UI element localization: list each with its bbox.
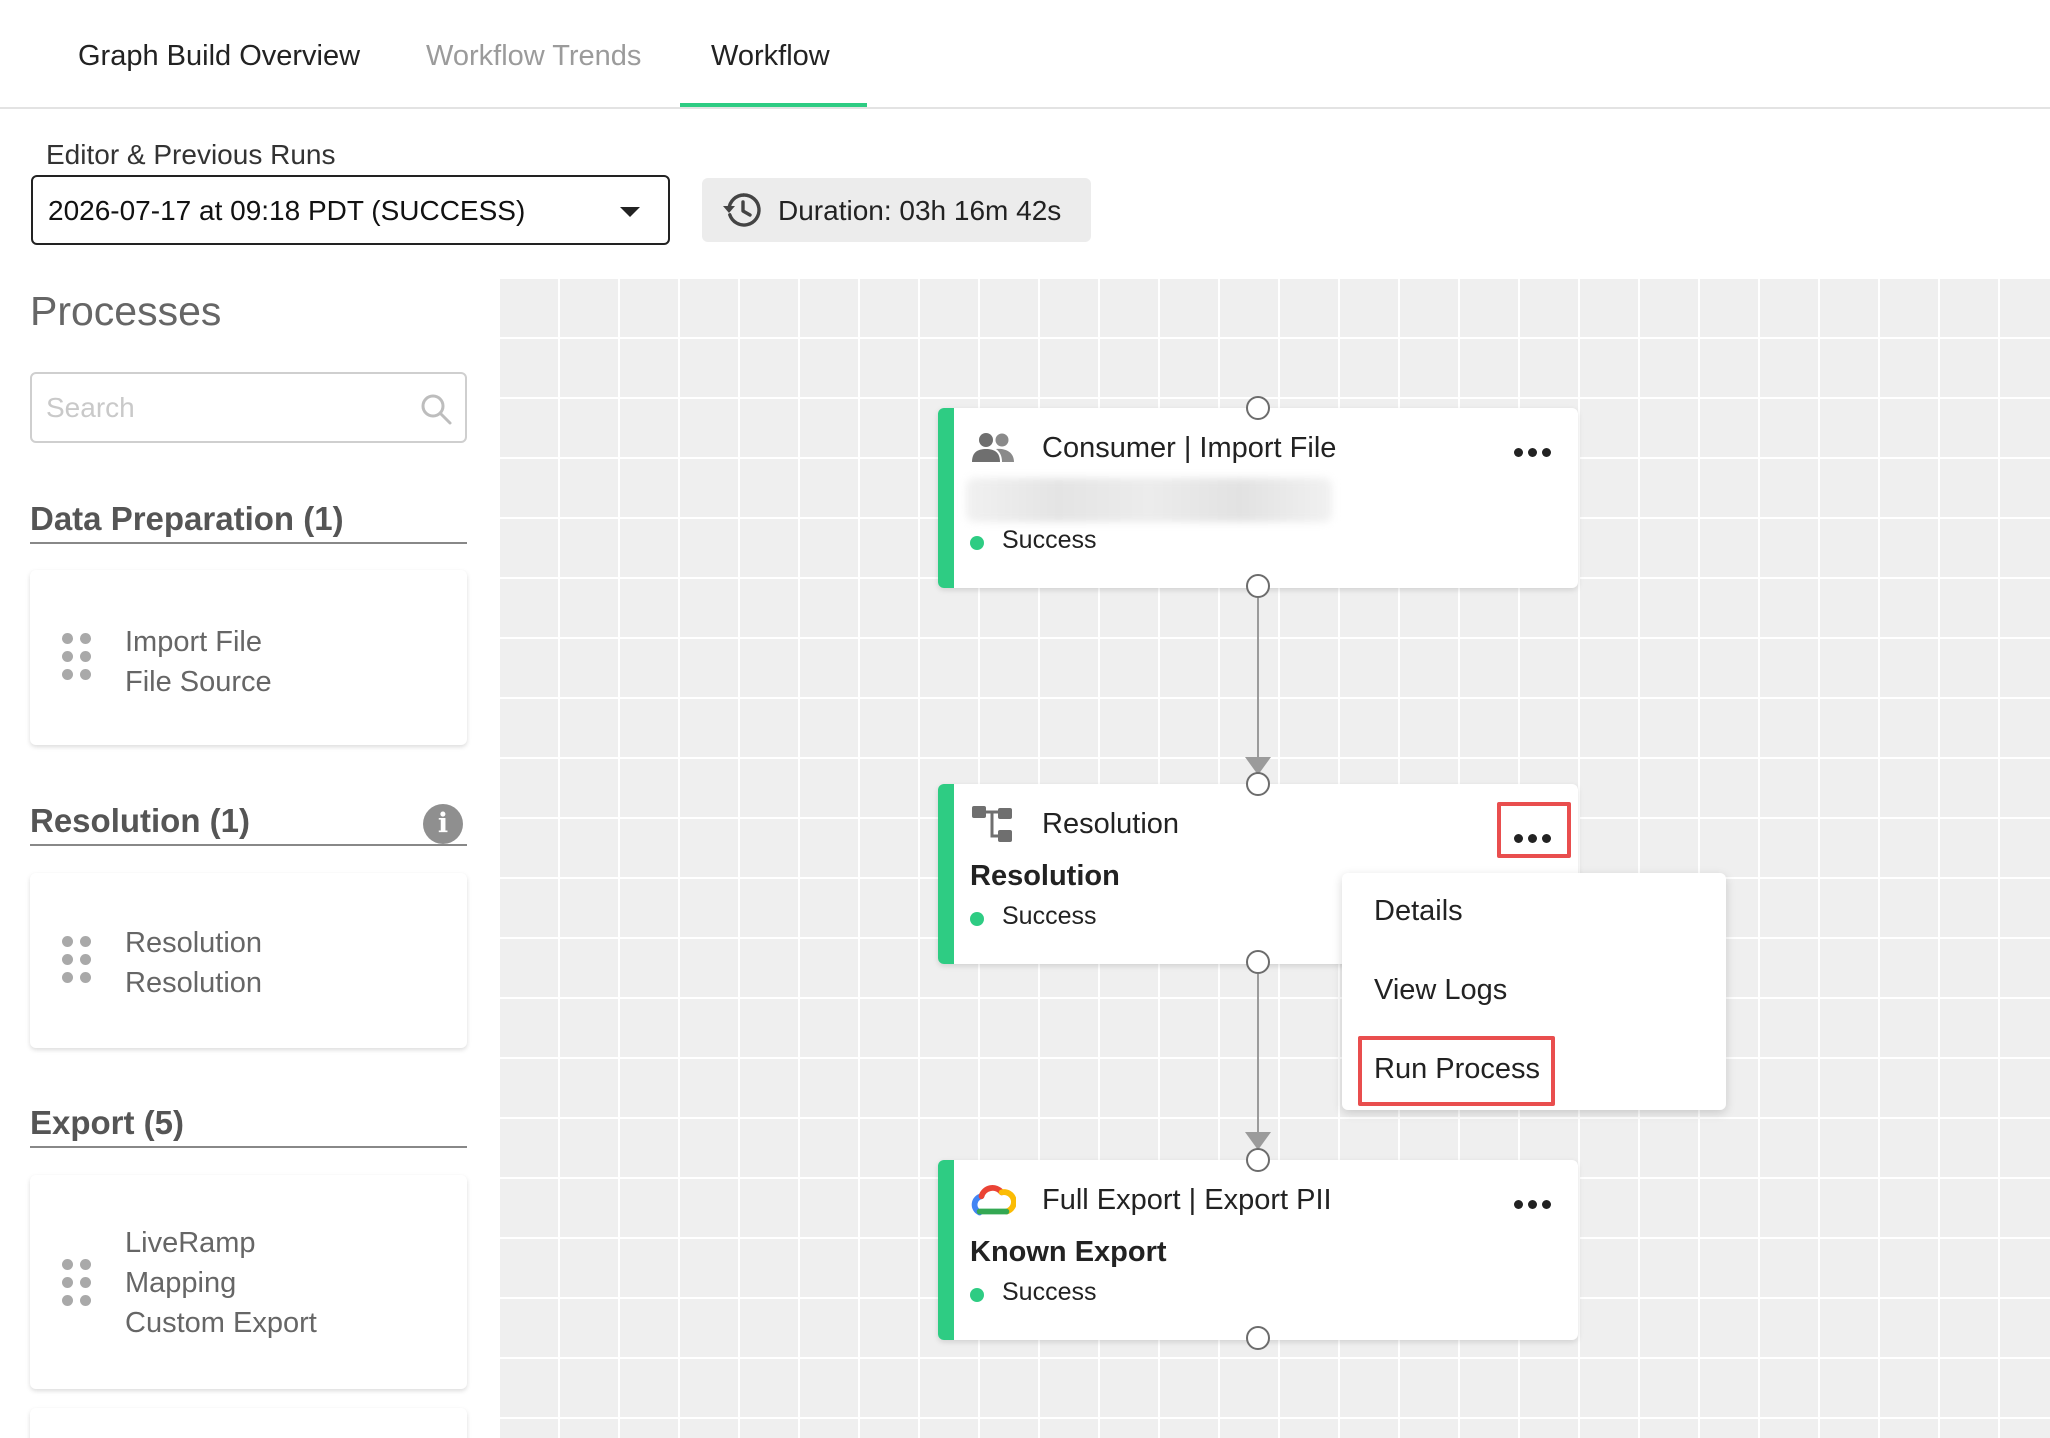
input-port[interactable] — [1246, 396, 1270, 420]
section-resolution: Resolution (1) i — [30, 798, 467, 846]
drag-handle-icon[interactable] — [62, 936, 92, 984]
menu-item-details[interactable]: Details — [1374, 895, 1463, 928]
node-title: Consumer | Import File — [1042, 432, 1337, 464]
users-icon — [972, 433, 1014, 462]
section-title: Resolution (1) — [30, 802, 250, 839]
search-input[interactable] — [46, 390, 406, 426]
section-data-preparation: Data Preparation (1) — [30, 496, 467, 544]
tab-workflow-trends[interactable]: Workflow Trends — [426, 40, 641, 73]
status-accent-bar — [938, 408, 954, 588]
drag-handle-icon[interactable] — [62, 633, 92, 681]
node-subtitle: Resolution — [970, 860, 1120, 892]
process-card-liveramp[interactable]: LiveRamp Mapping Custom Export — [30, 1175, 467, 1389]
menu-item-view-logs[interactable]: View Logs — [1374, 974, 1507, 1007]
input-port[interactable] — [1246, 772, 1270, 796]
section-title: Data Preparation (1) — [30, 500, 344, 537]
history-icon — [723, 193, 761, 227]
process-card-import-file[interactable]: Import File File Source — [30, 570, 467, 745]
duration-badge: Duration: 03h 16m 42s — [702, 178, 1091, 242]
workflow-node-full-export[interactable]: Full Export | Export PII Known Export Su… — [938, 1160, 1578, 1340]
node-subtitle: Known Export — [970, 1236, 1167, 1268]
run-select-label: Editor & Previous Runs — [46, 139, 336, 170]
card-line: Resolution — [125, 967, 263, 999]
google-cloud-icon — [971, 1185, 1016, 1216]
status-dot-icon — [970, 536, 984, 550]
card-line: Custom Export — [125, 1307, 317, 1339]
info-icon[interactable]: i — [423, 804, 463, 844]
card-line: Import File — [125, 626, 262, 658]
process-search — [30, 372, 467, 443]
output-port[interactable] — [1246, 950, 1270, 974]
node-status: Success — [1002, 902, 1097, 930]
more-options-button[interactable] — [1514, 446, 1552, 460]
input-port[interactable] — [1246, 1148, 1270, 1172]
duration-text: Duration: 03h 16m 42s — [778, 195, 1062, 226]
tab-graph-build-overview[interactable]: Graph Build Overview — [78, 40, 360, 73]
node-context-menu: Details View Logs Run Process — [1342, 873, 1726, 1110]
card-text: Resolution Resolution — [125, 923, 262, 1003]
active-tab-indicator — [680, 103, 867, 107]
status-accent-bar — [938, 1160, 954, 1340]
section-export: Export (5) — [30, 1100, 467, 1148]
section-title: Export (5) — [30, 1104, 185, 1141]
highlight-box — [1497, 802, 1571, 858]
card-line: Resolution — [125, 927, 263, 959]
tab-workflow[interactable]: Workflow — [711, 40, 830, 73]
drag-handle-icon[interactable] — [62, 1259, 92, 1307]
caret-down-icon — [620, 207, 640, 217]
redacted-text — [966, 478, 1332, 522]
more-options-button[interactable] — [1514, 1198, 1552, 1212]
output-port[interactable] — [1246, 574, 1270, 598]
status-dot-icon — [970, 1288, 984, 1302]
process-card-partial[interactable] — [30, 1408, 467, 1438]
highlight-box — [1358, 1036, 1555, 1106]
card-line: Mapping — [125, 1267, 237, 1299]
workflow-node-import-file[interactable]: Consumer | Import File Success — [938, 408, 1578, 588]
status-accent-bar — [938, 784, 954, 964]
node-status: Success — [1002, 1278, 1097, 1306]
node-title: Full Export | Export PII — [1042, 1184, 1332, 1216]
run-select-value: 2026-07-17 at 09:18 PDT (SUCCESS) — [48, 195, 526, 226]
card-line: LiveRamp — [125, 1227, 256, 1259]
node-title: Resolution — [1042, 808, 1180, 840]
run-select-dropdown[interactable]: 2026-07-17 at 09:18 PDT (SUCCESS) — [31, 175, 670, 245]
output-port[interactable] — [1246, 1326, 1270, 1350]
card-line: File Source — [125, 666, 272, 698]
card-text: LiveRamp Mapping Custom Export — [125, 1223, 317, 1343]
process-card-resolution[interactable]: Resolution Resolution — [30, 873, 467, 1048]
tab-bar: Graph Build Overview Workflow Trends Wor… — [0, 0, 2050, 109]
status-dot-icon — [970, 912, 984, 926]
processes-title: Processes — [30, 288, 222, 334]
card-text: Import File File Source — [125, 622, 272, 702]
node-status: Success — [1002, 526, 1097, 554]
search-icon[interactable] — [419, 392, 453, 426]
flow-icon — [972, 806, 1012, 842]
